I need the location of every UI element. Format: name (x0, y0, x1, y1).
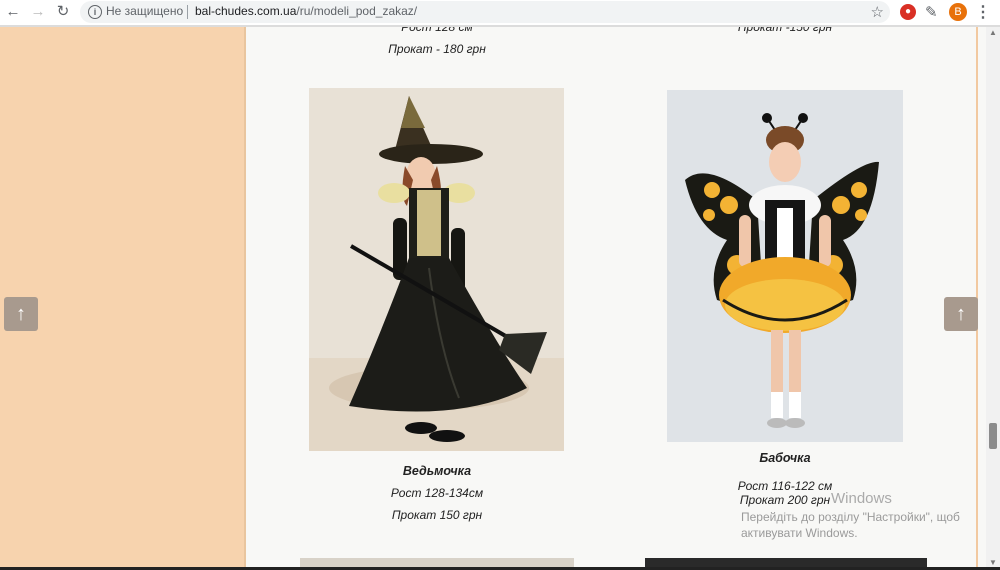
address-bar[interactable]: i Не защищено bal-chudes.com.ua/ru/model… (80, 1, 890, 23)
scroll-up-button-right[interactable]: ↑ (944, 297, 978, 331)
scroll-up-button-left[interactable]: ↑ (4, 297, 38, 331)
url-path: /ru/modeli_pod_zakaz/ (296, 4, 418, 18)
prev-left-rent: Прокат - 180 грн (388, 42, 486, 56)
profile-avatar[interactable]: B (949, 3, 967, 21)
star-icon[interactable]: ☆ (871, 3, 884, 21)
forward-arrow-icon[interactable]: → (30, 4, 46, 20)
product-height-witch: Рост 128-134см (390, 486, 484, 500)
url-host: bal-chudes.com.ua (195, 4, 297, 18)
product-rent-witch: Прокат 150 грн (391, 508, 483, 522)
info-icon[interactable]: i (88, 5, 102, 19)
witch-costume-photo[interactable] (309, 88, 564, 451)
windows-watermark-line1: Перейдіть до розділу "Настройки", щоб (741, 510, 960, 524)
product-name-butterfly[interactable]: Бабочка (670, 451, 900, 465)
product-name-witch[interactable]: Ведьмочка (322, 464, 552, 478)
scrollbar-down-arrow-icon[interactable]: ▼ (989, 558, 997, 567)
browser-toolbar: ← → ↻ i Не защищено bal-chudes.com.ua/ru… (0, 0, 1000, 26)
back-arrow-icon[interactable]: ← (5, 4, 21, 20)
not-secure-label: Не защищено (106, 4, 184, 18)
menu-dots-icon[interactable]: ⋮ (975, 2, 991, 22)
url-text[interactable]: bal-chudes.com.ua/ru/modeli_pod_zakaz/ (195, 4, 417, 18)
reload-icon[interactable]: ↻ (55, 4, 71, 20)
omnibox-separator (187, 5, 188, 19)
windows-watermark-title: Windows (831, 490, 892, 507)
scrollbar-up-arrow-icon[interactable]: ▲ (989, 28, 997, 37)
windows-watermark-line2: активувати Windows. (741, 526, 858, 540)
adblock-icon[interactable]: ● (900, 4, 916, 20)
page-scrollbar[interactable] (986, 26, 1000, 570)
extensions-puzzle-icon[interactable]: ✎ (925, 3, 938, 21)
butterfly-costume-photo[interactable] (667, 90, 903, 442)
scrollbar-thumb[interactable] (989, 423, 997, 449)
